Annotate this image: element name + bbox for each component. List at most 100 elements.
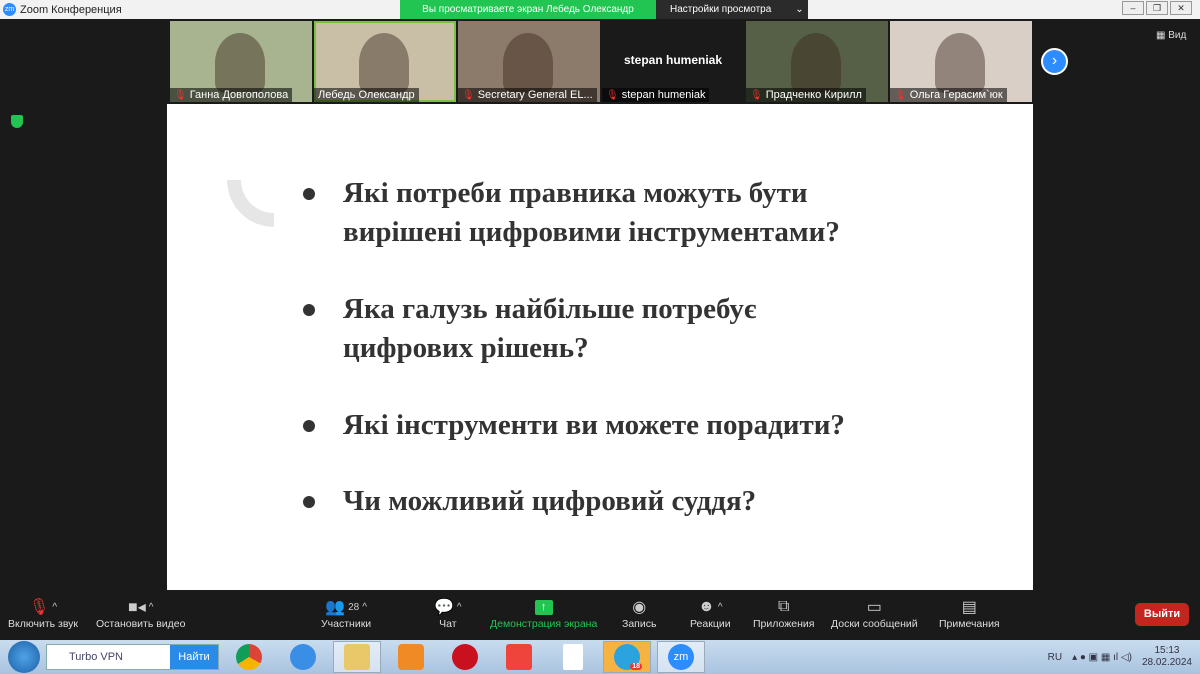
bullet-dot <box>303 304 315 316</box>
slide-bullet: Які потреби правника можуть бути вирішені… <box>303 174 840 252</box>
slide-bullet: Чи можливий цифровий суддя? <box>303 482 756 521</box>
participant-tile[interactable]: stepan humeniak 🎙 stepan humeniak <box>602 21 744 102</box>
participant-name: Ольга Герасим`юк <box>909 89 1003 101</box>
system-tray: RU ▴ ● ▣ ▦ ıl ◁) 15:13 28.02.2024 <box>1048 645 1192 669</box>
view-settings-button[interactable]: Настройки просмотра ⌄ <box>656 0 808 19</box>
meeting-toolbar: 🎙 ^ Включить звук ■◂ ^ Остановить видео 👥 28 ^… <box>0 592 1200 640</box>
stop-video-button[interactable]: ■◂ ^ Остановить видео <box>96 596 185 630</box>
bullet-dot <box>303 420 315 432</box>
muted-mic-icon: 🎙 <box>174 89 187 101</box>
whiteboards-button[interactable]: ▭ Доски сообщений <box>831 596 918 630</box>
reactions-button[interactable]: ☻ ^ Реакции <box>690 596 731 630</box>
participant-tile[interactable]: 🎙 Прадченко Кирилл <box>746 21 888 102</box>
viewing-banner: Вы просматриваете экран Лебедь Олександр <box>400 0 656 19</box>
zoom-logo-icon: zm <box>3 3 16 16</box>
muted-mic-icon: 🎙 <box>606 89 619 101</box>
internet-explorer-icon[interactable] <box>279 641 327 673</box>
tray-icons[interactable]: ▴ ● ▣ ▦ ıl ◁) <box>1072 652 1132 663</box>
bullet-line: цифрових рішень? <box>343 332 589 364</box>
unmute-button[interactable]: 🎙 ^ Включить звук <box>8 596 78 630</box>
telegram-icon[interactable]: 18 <box>603 641 651 673</box>
participants-button[interactable]: 👥 28 ^ Участники <box>321 596 371 630</box>
bullet-line: Яка галузь найбільше потребує <box>343 293 757 325</box>
apps-label: Приложения <box>753 618 815 630</box>
window-title: Zoom Конференция <box>20 3 122 16</box>
bullet-line: вирішені цифровими інструментами? <box>343 216 840 248</box>
search-button[interactable]: Найти <box>170 645 218 669</box>
window-controls: – ❐ ✕ <box>1122 1 1192 15</box>
start-button[interactable] <box>8 641 40 673</box>
participant-display-name: stepan humeniak <box>623 53 723 67</box>
muted-mic-icon: 🎙 <box>750 89 763 101</box>
participant-tile[interactable]: 🎙 Ганна Довгополова <box>170 21 312 102</box>
participant-name: stepan humeniak <box>621 89 706 101</box>
zoom-taskbar-icon[interactable]: zm <box>657 641 705 673</box>
participants-icon: 👥 <box>325 599 346 616</box>
search-box: Найти <box>46 644 219 670</box>
search-input[interactable] <box>47 645 170 669</box>
participants-label: Участники <box>321 618 372 630</box>
red-app-icon[interactable] <box>441 641 489 673</box>
apps-button[interactable]: ⧉ Приложения <box>753 596 814 630</box>
whiteboard-icon: ▭ <box>866 599 882 616</box>
anydesk-icon[interactable] <box>495 641 543 673</box>
participant-tile[interactable]: 🎙 Ольга Герасим`юк <box>890 21 1032 102</box>
bullet-dot <box>303 496 315 508</box>
participant-tile[interactable]: 🎙 Secretary General EL... <box>458 21 600 102</box>
shared-slide: Які потреби правника можуть бути вирішені… <box>167 104 1033 590</box>
participant-video <box>215 33 265 93</box>
stop-video-label: Остановить видео <box>96 618 186 630</box>
participant-strip: 🎙 Ганна Довгополова Лебедь Олександр 🎙 Secre… <box>170 21 1032 102</box>
whiteboards-label: Доски сообщений <box>831 618 918 630</box>
participant-name: Secretary General EL... <box>477 89 593 101</box>
muted-mic-icon: 🎙 <box>29 599 50 616</box>
bullet-line: Які інструменти ви можете порадити? <box>343 409 845 441</box>
participant-video <box>935 33 985 93</box>
share-screen-icon: ↑ <box>534 599 553 615</box>
taskbar: Найти 18 zm <box>0 640 1200 674</box>
unmute-label: Включить звук <box>8 618 79 630</box>
view-label: Вид <box>1168 30 1187 41</box>
participant-tile[interactable]: Лебедь Олександр <box>314 21 456 102</box>
notes-button[interactable]: ▤ Примечания <box>939 596 1000 630</box>
view-settings-label: Настройки просмотра <box>670 4 772 15</box>
next-page-button[interactable]: › <box>1041 48 1068 75</box>
bullet-line: Чи можливий цифровий суддя? <box>343 485 757 517</box>
participant-name: Прадченко Кирилл <box>765 89 862 101</box>
muted-mic-icon: 🎙 <box>462 89 475 101</box>
clock-time: 15:13 <box>1154 645 1180 656</box>
share-screen-button[interactable]: ↑ Демонстрация экрана <box>490 596 597 630</box>
view-button[interactable]: ▦ Вид <box>1156 30 1186 41</box>
leave-button[interactable]: Выйти <box>1135 603 1189 626</box>
video-camera-icon: ■◂ <box>128 599 146 616</box>
chat-label: Чат <box>439 618 457 630</box>
close-button[interactable]: ✕ <box>1170 1 1192 15</box>
chat-icon: 💬 <box>434 599 454 616</box>
participants-count: 28 <box>348 601 360 613</box>
chrome-icon[interactable] <box>225 641 273 673</box>
slide-bullet: Які інструменти ви можете порадити? <box>303 406 845 445</box>
security-shield-icon <box>11 115 23 128</box>
minimize-button[interactable]: – <box>1122 1 1144 15</box>
muted-mic-icon: 🎙 <box>894 89 907 101</box>
participant-video <box>791 33 841 93</box>
apps-icon: ⧉ <box>778 598 790 615</box>
document-icon[interactable] <box>549 641 597 673</box>
share-screen-label: Демонстрация экрана <box>490 618 598 630</box>
record-label: Запись <box>622 618 657 630</box>
language-indicator[interactable]: RU <box>1048 652 1062 663</box>
file-explorer-icon[interactable] <box>333 641 381 673</box>
reactions-label: Реакции <box>690 618 731 630</box>
slide-bullet: Яка галузь найбільше потребує цифрових рі… <box>303 290 756 368</box>
record-button[interactable]: ◉ Запись <box>622 596 656 630</box>
participant-name: Лебедь Олександр <box>318 89 415 101</box>
reactions-icon: ☻ <box>698 598 715 615</box>
telegram-badge: 18 <box>630 663 642 670</box>
clock-date: 28.02.2024 <box>1141 657 1192 668</box>
bullet-dot <box>303 188 315 200</box>
restore-button[interactable]: ❐ <box>1146 1 1168 15</box>
chat-button[interactable]: 💬 ^ Чат <box>434 596 462 630</box>
media-player-icon[interactable] <box>387 641 435 673</box>
record-icon: ◉ <box>632 599 647 616</box>
clock[interactable]: 15:13 28.02.2024 <box>1142 645 1192 669</box>
